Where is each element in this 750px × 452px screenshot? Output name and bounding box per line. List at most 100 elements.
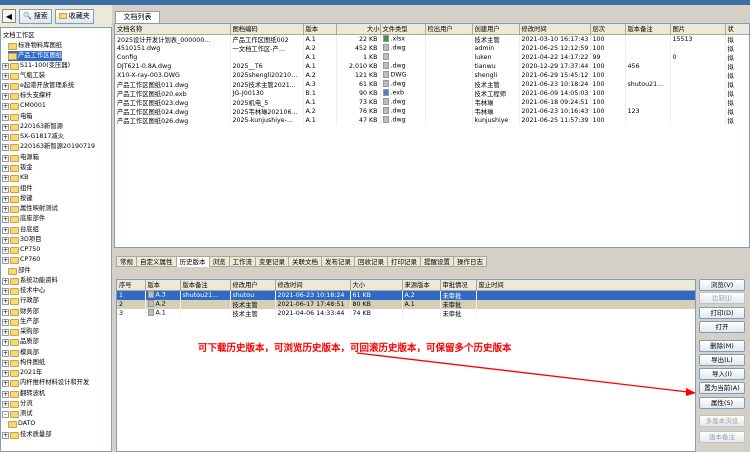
- detail-tab[interactable]: 发布记录: [321, 256, 354, 267]
- expand-icon[interactable]: +: [2, 154, 9, 162]
- tree-item[interactable]: + S11-100(变压器): [2, 61, 70, 71]
- expand-icon[interactable]: +: [2, 287, 9, 295]
- expand-icon[interactable]: +: [2, 92, 9, 100]
- column-header[interactable]: 层次: [590, 24, 626, 35]
- expand-icon[interactable]: +: [2, 113, 9, 121]
- expand-icon[interactable]: +: [2, 185, 9, 193]
- tree-item[interactable]: + 品质部: [2, 337, 39, 347]
- expand-icon[interactable]: +: [2, 431, 9, 439]
- history-column-header[interactable]: 版本备注: [180, 280, 231, 291]
- tree-item[interactable]: + 台底组: [2, 225, 39, 235]
- table-row[interactable]: DJT621-0.8A.dwg 2025__T6 A.1 2,010 KB .dwg ti…: [115, 61, 749, 71]
- expand-icon[interactable]: +: [2, 328, 9, 336]
- splitter[interactable]: [112, 248, 750, 254]
- column-header[interactable]: 创建用户: [472, 24, 520, 35]
- column-header[interactable]: 大小: [336, 24, 381, 35]
- tree-item[interactable]: 部件: [8, 266, 31, 276]
- tree-item[interactable]: 标准物料库图纸: [8, 41, 62, 51]
- detail-tab[interactable]: 打印记录: [387, 256, 420, 267]
- expand-icon[interactable]: +: [2, 62, 9, 70]
- tree-item[interactable]: + 采购部: [2, 327, 39, 337]
- table-row[interactable]: 产品工作区图纸026.dwg 2025-kunjushiye-... A.1 47 K…: [115, 115, 749, 125]
- history-column-header[interactable]: 修改时间: [275, 280, 351, 291]
- history-row[interactable]: 3 A.1 技术主管 2021-04-06 14:33:44 74 KB 未审批: [117, 308, 695, 318]
- expand-icon[interactable]: +: [2, 215, 9, 223]
- tree-item[interactable]: +3D项目: [2, 235, 41, 245]
- tree-item[interactable]: + 分流: [2, 399, 33, 409]
- tree-item[interactable]: 文档工作区: [3, 31, 34, 41]
- history-column-header[interactable]: 序号: [117, 280, 146, 291]
- tab-document-list[interactable]: 文档列表: [115, 11, 160, 23]
- expand-icon[interactable]: +: [2, 277, 9, 285]
- detail-tab[interactable]: 自定义属性: [136, 256, 176, 267]
- detail-tab[interactable]: 回收记录: [354, 256, 387, 267]
- detail-tab[interactable]: 常规: [116, 256, 136, 267]
- detail-tab[interactable]: 提醒设置: [420, 256, 453, 267]
- tree-item[interactable]: + 属性映射测试: [2, 204, 58, 214]
- expand-icon[interactable]: +: [2, 72, 9, 80]
- tree-item[interactable]: + 电源箱: [2, 153, 39, 163]
- tree-item[interactable]: + 标头支撑杆: [2, 91, 51, 101]
- detail-tab[interactable]: 工作流: [228, 256, 255, 267]
- history-column-header[interactable]: 大小: [350, 280, 403, 291]
- tree-item[interactable]: + SX-G1817减火: [2, 132, 64, 142]
- column-header[interactable]: 图档编码: [230, 24, 304, 35]
- expand-icon[interactable]: +: [2, 318, 9, 326]
- tree-item[interactable]: +220163新智源: [2, 122, 63, 132]
- tree-item[interactable]: + CP760: [2, 255, 40, 265]
- tree-item[interactable]: - 测试: [2, 409, 33, 419]
- expand-icon[interactable]: +: [2, 297, 9, 305]
- history-action-button[interactable]: 浏览(V): [699, 279, 745, 291]
- expand-icon[interactable]: +: [2, 174, 9, 182]
- history-action-button[interactable]: 导入(I): [699, 368, 745, 380]
- table-row[interactable]: 产品工作区图纸024.dwg 2025韦林琳202106... A.2 76 KB .d…: [115, 106, 749, 116]
- tree-item[interactable]: + CM0001: [2, 101, 46, 111]
- expand-icon[interactable]: +: [2, 226, 9, 234]
- detail-tab[interactable]: 历史版本: [175, 256, 209, 267]
- history-column-header[interactable]: 版本: [145, 280, 181, 291]
- tree-item[interactable]: + 财务部: [2, 307, 39, 317]
- history-action-button[interactable]: 导出(L): [699, 354, 745, 366]
- table-row[interactable]: 产品工作区图纸011.dwg 2025技术主管2021... A.3 61 KB .dw…: [115, 79, 749, 89]
- history-row[interactable]: 2 A.2 技术主管 2021-06-17 17:48:51 80 KB A.1 未审批: [117, 299, 695, 309]
- column-header[interactable]: 图片: [670, 24, 726, 35]
- expand-icon[interactable]: +: [2, 390, 9, 398]
- expand-icon[interactable]: +: [2, 400, 9, 408]
- expand-icon[interactable]: +: [2, 164, 9, 172]
- history-row[interactable]: 1 A.3 shutou21... shutou 2021-06-23 10:18:24…: [117, 290, 695, 300]
- expand-icon[interactable]: +: [2, 308, 9, 316]
- history-column-header[interactable]: 来源版本: [402, 280, 441, 291]
- tree-item[interactable]: + 技术质量部: [2, 430, 51, 440]
- tree-item[interactable]: + 组件: [2, 184, 33, 194]
- detail-tab[interactable]: 关联文档: [288, 256, 321, 267]
- column-header[interactable]: 检出用户: [425, 24, 473, 35]
- history-column-header[interactable]: 废止时间: [476, 280, 695, 291]
- table-row[interactable]: 产品工作区图纸020.exb JG-J00130 B.1 90 KB .exb 技术工程师…: [115, 88, 749, 98]
- tree-item[interactable]: + 模具部: [2, 348, 39, 358]
- tree-item[interactable]: + 生产部: [2, 317, 39, 327]
- tree-item[interactable]: + 翻转波机: [2, 389, 45, 399]
- table-row[interactable]: 产品工作区图纸023.dwg 2025机电_5 A.1 73 KB .dwg 韦林琳 202…: [115, 97, 749, 107]
- detail-tab[interactable]: 操作日志: [453, 256, 487, 267]
- history-action-button[interactable]: 版本备注: [699, 431, 745, 443]
- expand-icon[interactable]: +: [2, 133, 9, 141]
- expand-icon[interactable]: +: [2, 102, 9, 110]
- expand-icon[interactable]: +: [2, 359, 9, 367]
- back-icon[interactable]: ◀: [2, 9, 16, 23]
- expand-icon[interactable]: +: [2, 236, 9, 244]
- expand-icon[interactable]: +: [2, 246, 9, 254]
- history-column-header[interactable]: 审批情况: [440, 280, 477, 291]
- column-header[interactable]: 文档名称: [115, 24, 231, 35]
- favorites-button[interactable]: 收藏夹: [54, 8, 94, 24]
- detail-tab[interactable]: 浏览: [208, 256, 229, 267]
- expand-icon[interactable]: +: [2, 143, 9, 151]
- history-action-button[interactable]: 多版本浏览: [699, 415, 745, 427]
- table-row[interactable]: 4510151.dwg 一文档工作区-产... A.2 452 KB .dwg admin…: [115, 43, 749, 53]
- detail-tab[interactable]: 变更记录: [255, 256, 288, 267]
- table-row[interactable]: 2025设计开发计划表_000000... 产品工作区图纸002 A.1 22 KB.…: [115, 34, 749, 44]
- history-action-button[interactable]: 置为当前(A): [699, 382, 745, 394]
- column-header[interactable]: 状: [725, 24, 749, 35]
- expand-icon[interactable]: +: [2, 369, 9, 377]
- collapse-icon[interactable]: -: [2, 410, 9, 418]
- tree-item[interactable]: +2021年: [2, 368, 42, 378]
